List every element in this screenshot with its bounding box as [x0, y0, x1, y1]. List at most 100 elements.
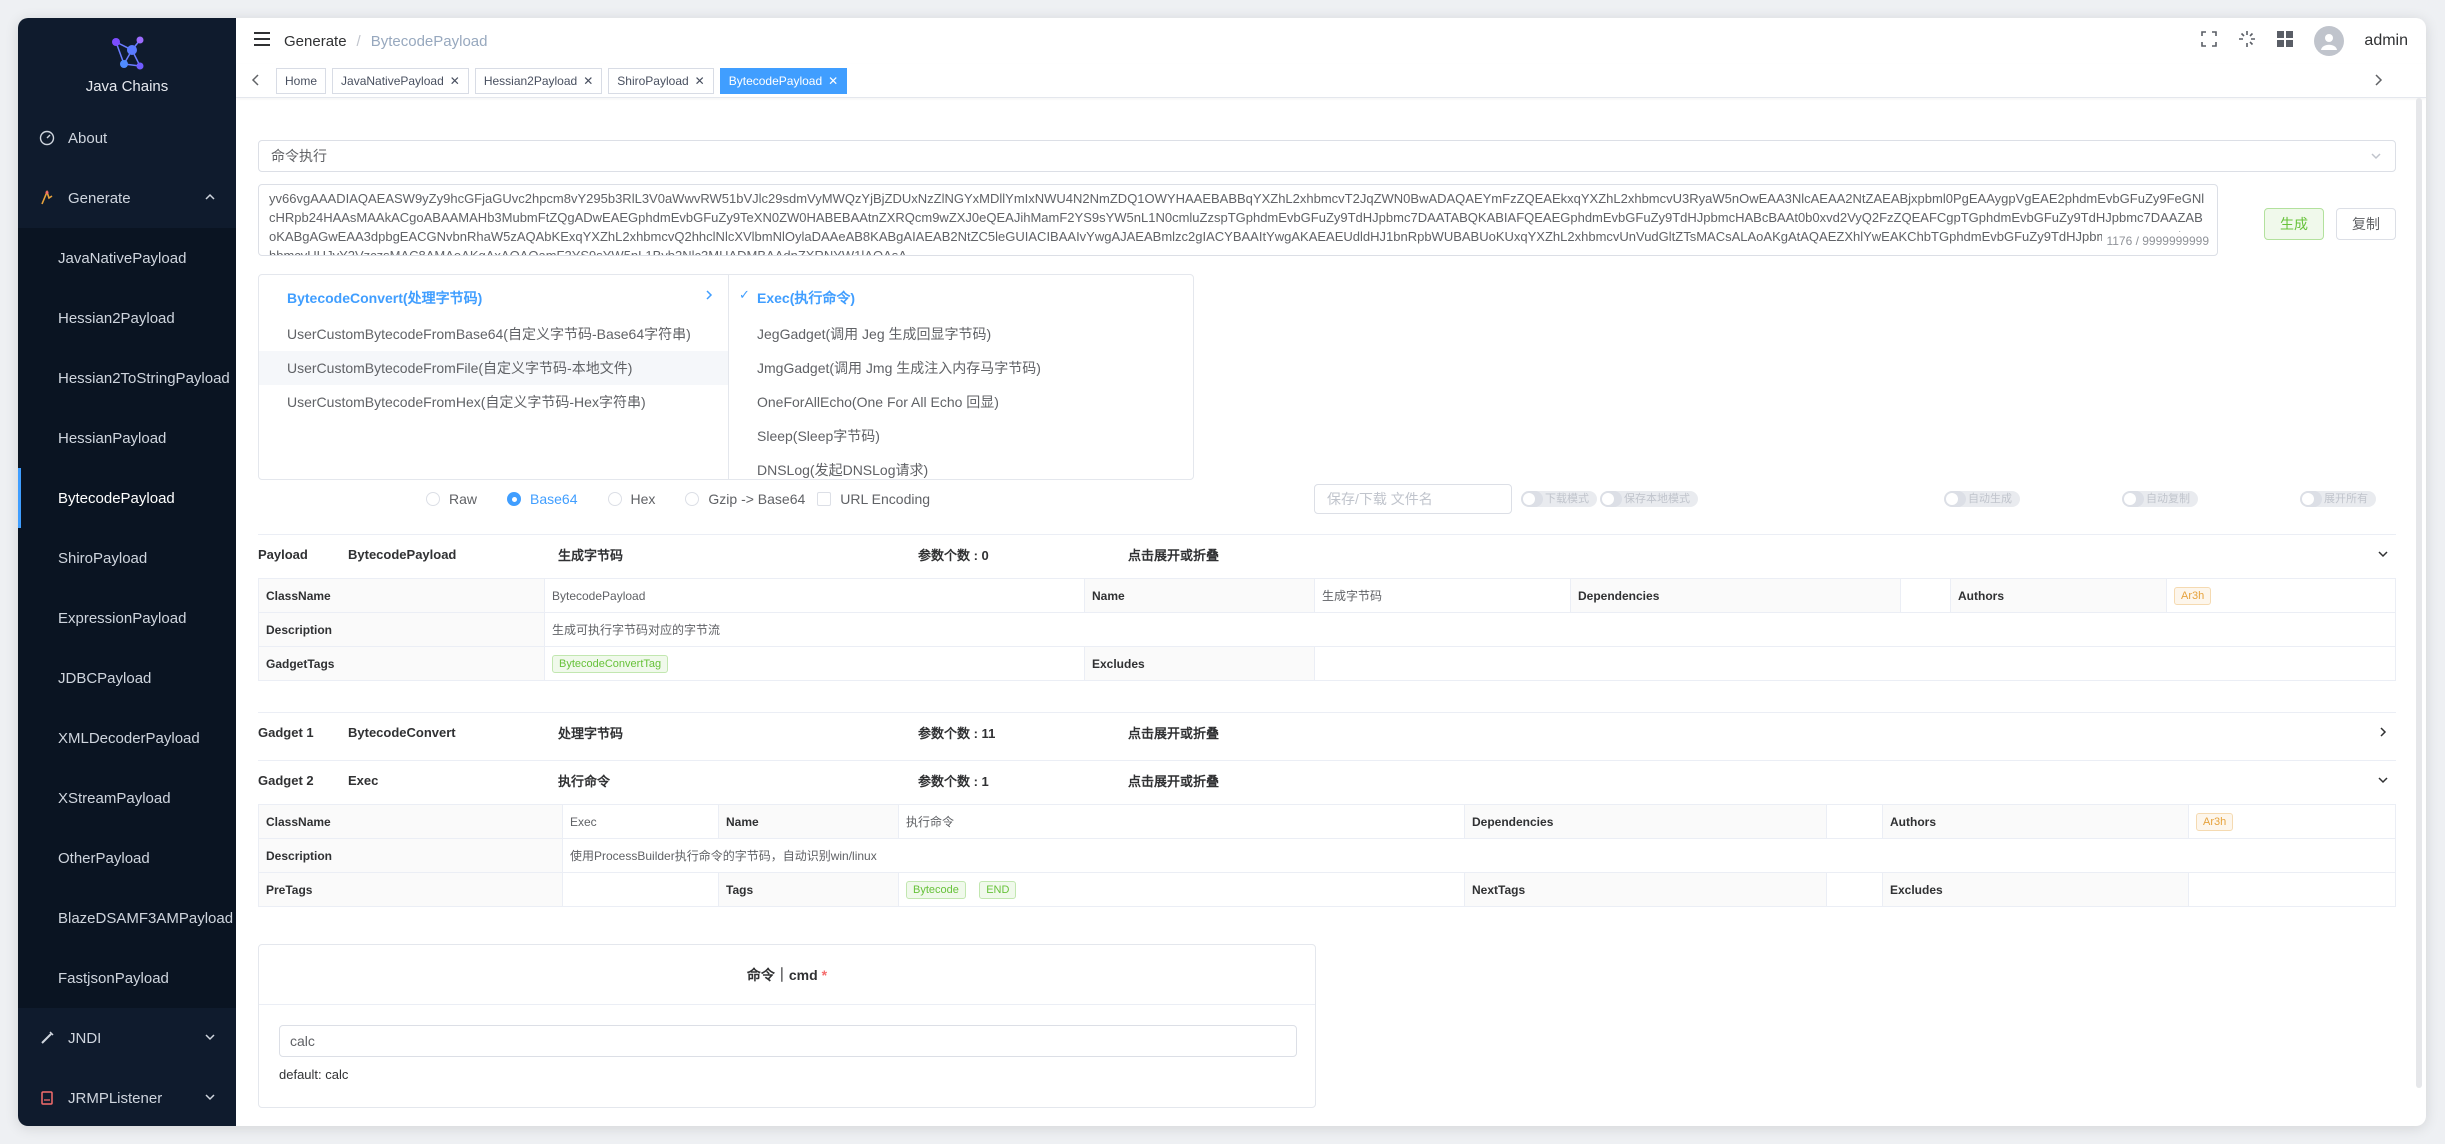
- radio-dot: [607, 492, 622, 506]
- chevron-down-icon: [204, 1090, 216, 1107]
- cell-value: 执行命令: [898, 804, 1465, 839]
- sidebar-item-otherpayload[interactable]: OtherPayload: [18, 828, 236, 888]
- content: 命令执行 yv66vgAAADIAQAEASW9yZy9hcGFjaGUvc2h…: [236, 98, 2426, 1126]
- gadget2-details-table: ClassName Exec Name 执行命令 Dependencies Au…: [258, 804, 2396, 907]
- sidebar-label: JNDI: [68, 1029, 102, 1047]
- sidebar-item-xmldecoderpayload[interactable]: XMLDecoderPayload: [18, 708, 236, 768]
- switch-auto-copy[interactable]: 自动复制: [2122, 491, 2198, 507]
- filename-input[interactable]: 保存/下载 文件名: [1314, 484, 1512, 514]
- close-icon[interactable]: ✕: [828, 74, 838, 88]
- cascader-option[interactable]: UserCustomBytecodeFromHex(自定义字节码-Hex字符串): [259, 385, 728, 419]
- breadcrumb-separator: /: [356, 32, 361, 50]
- radio-gzip-base64[interactable]: Gzip -> Base64: [685, 491, 805, 507]
- tab-home[interactable]: Home: [276, 67, 327, 94]
- sidebar-item-javanativepayload[interactable]: JavaNativePayload: [18, 228, 236, 288]
- cell-label: ClassName: [258, 578, 545, 613]
- sidebar-item-shiropayload[interactable]: ShiroPayload: [18, 528, 236, 588]
- chevron-down-icon: [204, 1030, 216, 1047]
- close-icon[interactable]: ✕: [695, 74, 705, 88]
- sidebar-item-bytecodepayload[interactable]: BytecodePayload: [18, 468, 236, 528]
- fullscreen-icon[interactable]: [2200, 30, 2218, 53]
- radio-raw[interactable]: Raw: [426, 491, 477, 507]
- section-params: 参数个数 : 11: [918, 726, 996, 741]
- section-toggle: 点击展开或折叠: [1128, 548, 1220, 563]
- tab-hessian2payload[interactable]: Hessian2Payload ✕: [474, 67, 603, 94]
- tab-shiropayload[interactable]: ShiroPayload ✕: [608, 67, 714, 94]
- payload-output[interactable]: yv66vgAAADIAQAEASW9yZy9hcGFjaGUvc2hpcm8v…: [258, 184, 2218, 256]
- logo[interactable]: Java Chains: [18, 18, 236, 108]
- gadget1-section-header[interactable]: Gadget 1 BytecodeConvert 处理字节码 参数个数 : 11…: [258, 712, 2396, 752]
- required-mark: *: [821, 966, 828, 983]
- checkbox-url-encoding[interactable]: URL Encoding: [817, 491, 930, 507]
- sidebar-item-hessian2payload[interactable]: Hessian2Payload: [18, 288, 236, 348]
- radio-base64[interactable]: Base64: [507, 491, 578, 507]
- sidebar-item-expressionpayload[interactable]: ExpressionPayload: [18, 588, 236, 648]
- switch-track: [1600, 491, 1622, 507]
- page-scrollbar[interactable]: [2416, 98, 2422, 1088]
- tab-bytecodepayload[interactable]: BytecodePayload ✕: [719, 67, 848, 94]
- cascader-option[interactable]: BytecodeConvert(处理字节码): [259, 279, 728, 317]
- close-icon[interactable]: ✕: [583, 74, 593, 88]
- encoding-radio-group: Raw Base64 Hex Gzip -> Base64 URL Encodi…: [426, 488, 960, 510]
- grid-icon[interactable]: [2276, 30, 2294, 53]
- gadget2-section-header[interactable]: Gadget 2 Exec 执行命令 参数个数 : 1 点击展开或折叠: [258, 760, 2396, 800]
- chevron-left-icon[interactable]: [250, 73, 262, 92]
- cmd-param-title: 命令｜cmd *: [259, 945, 1315, 1005]
- section-toggle: 点击展开或折叠: [1128, 726, 1220, 741]
- cell-value: [1314, 646, 2396, 681]
- cell-label: Description: [258, 838, 563, 873]
- switch-auto-generate[interactable]: 自动生成: [1944, 491, 2020, 507]
- radio-hex[interactable]: Hex: [607, 491, 656, 507]
- sidebar-item-hessianpayload[interactable]: HessianPayload: [18, 408, 236, 468]
- cascader-option[interactable]: DNSLog(发起DNSLog请求): [729, 453, 1193, 479]
- logo-icon: [112, 36, 144, 69]
- sidebar-item-about[interactable]: About: [18, 108, 236, 168]
- username[interactable]: admin: [2364, 32, 2408, 50]
- app-window: Java Chains About Generate JavaNativePay…: [18, 18, 2426, 1126]
- sidebar-item-xstreampayload[interactable]: XStreamPayload: [18, 768, 236, 828]
- sidebar-item-blazedsamf3ampayload[interactable]: BlazeDSAMF3AMPayload: [18, 888, 236, 948]
- tab-javanativepayload[interactable]: JavaNativePayload ✕: [332, 67, 469, 94]
- loading-icon[interactable]: [2238, 30, 2256, 53]
- generate-button[interactable]: 生成: [2264, 208, 2324, 240]
- function-select[interactable]: 命令执行: [258, 140, 2396, 172]
- sidebar-item-jdbcpayload[interactable]: JDBCPayload: [18, 648, 236, 708]
- cascader-option[interactable]: OneForAllEcho(One For All Echo 回显): [729, 385, 1193, 419]
- cascader-option[interactable]: UserCustomBytecodeFromBase64(自定义字节码-Base…: [259, 317, 728, 351]
- cascader-option[interactable]: ✓ Exec(执行命令): [729, 279, 1193, 317]
- payload-text: yv66vgAAADIAQAEASW9yZy9hcGFjaGUvc2hpcm8v…: [269, 191, 2207, 256]
- sidebar-item-generate[interactable]: Generate: [18, 168, 236, 228]
- radio-label: Gzip -> Base64: [708, 491, 806, 507]
- switch-save-local-mode[interactable]: 保存本地模式: [1600, 491, 1698, 507]
- cascader-option[interactable]: UserCustomBytecodeFromFile(自定义字节码-本地文件): [259, 351, 728, 385]
- sidebar-label: HessianPayload: [58, 429, 167, 447]
- sidebar-label: XStreamPayload: [58, 789, 171, 807]
- sidebar-item-fastjsonpayload[interactable]: FastjsonPayload: [18, 948, 236, 1008]
- section-name: BytecodePayload: [348, 547, 457, 562]
- breadcrumb-generate[interactable]: Generate: [284, 33, 347, 50]
- sidebar-item-jrmplistener[interactable]: JRMPListener: [18, 1068, 236, 1126]
- chevron-right-icon[interactable]: [2372, 73, 2384, 92]
- user-icon: [2321, 34, 2338, 50]
- copy-button[interactable]: 复制: [2336, 208, 2396, 240]
- cascader-option[interactable]: Sleep(Sleep字节码): [729, 419, 1193, 453]
- generate-icon: [38, 189, 56, 207]
- switch-download-mode[interactable]: 下载模式: [1521, 491, 1597, 507]
- check-icon: ✓: [739, 287, 750, 302]
- hamburger-icon[interactable]: [254, 31, 270, 51]
- sidebar-item-jndi[interactable]: JNDI: [18, 1008, 236, 1068]
- sidebar-item-hessian2tostringpayload[interactable]: Hessian2ToStringPayload: [18, 348, 236, 408]
- cmd-input[interactable]: calc: [279, 1025, 1297, 1057]
- cascader-column-right: ✓ Exec(执行命令) JegGadget(调用 Jeg 生成回显字节码) J…: [729, 275, 1193, 479]
- cascader-option[interactable]: JegGadget(调用 Jeg 生成回显字节码): [729, 317, 1193, 351]
- close-icon[interactable]: ✕: [450, 74, 460, 88]
- sidebar-label: FastjsonPayload: [58, 969, 169, 987]
- radio-label: Hex: [630, 491, 656, 507]
- switch-expand-all[interactable]: 展开所有: [2300, 491, 2376, 507]
- option-label: OneForAllEcho(One For All Echo 回显): [757, 394, 999, 410]
- cell-value: Ar3h: [2166, 578, 2396, 613]
- cascader-option[interactable]: JmgGadget(调用 Jmg 生成注入内存马字节码): [729, 351, 1193, 385]
- avatar[interactable]: [2314, 26, 2345, 56]
- payload-section-header[interactable]: Payload BytecodePayload 生成字节码 参数个数 : 0 点…: [258, 534, 2396, 574]
- cell-label: Excludes: [1084, 646, 1315, 681]
